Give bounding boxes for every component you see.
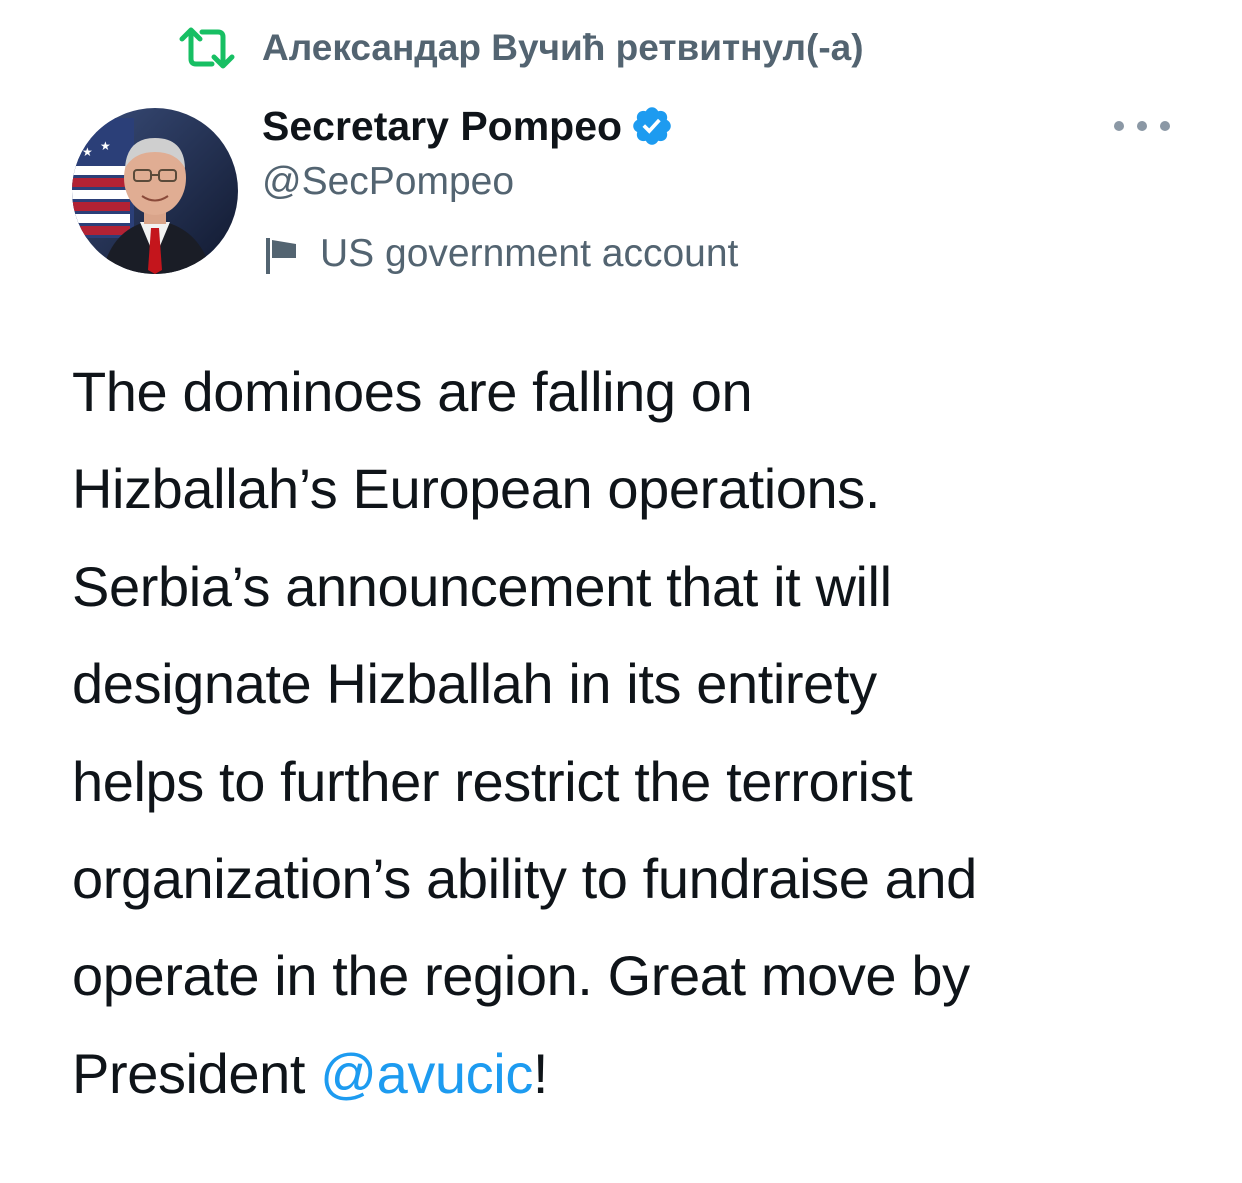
tweet-line: helps to further restrict the terrorist [72,749,913,813]
tweet-line: organization’s ability to fundraise and [72,847,977,911]
retweet-text[interactable]: Александар Вучић ретвитнул(-а) [262,27,864,69]
more-dot [1137,121,1147,131]
more-horizontal-icon[interactable] [1114,108,1170,144]
tweet-text-segment: ! [532,1041,549,1105]
tweet-line: operate in the region. Great move by [72,944,970,1008]
tweet-text: The dominoes are falling on Hizballah’s … [72,343,1182,1122]
tweet-line: The dominoes are falling on [72,360,753,423]
more-dot [1114,121,1124,131]
government-label-text[interactable]: US government account [320,232,738,276]
retweet-context[interactable]: Александар Вучић ретвитнул(-а) [176,22,864,74]
svg-text:★: ★ [82,129,93,143]
more-dot [1160,121,1170,131]
avatar[interactable]: ★ ★ ★ [72,108,238,274]
government-label[interactable]: US government account [262,226,738,282]
svg-text:★: ★ [100,139,111,153]
tweet-line: Serbia’s announcement that it will [72,554,892,618]
svg-text:★: ★ [82,145,93,159]
verified-badge-icon [630,104,674,148]
retweet-icon [176,25,238,71]
author-name-row[interactable]: Secretary Pompeo [262,98,674,154]
display-name[interactable]: Secretary Pompeo [262,103,622,150]
tweet-text-segment: President [72,1041,321,1105]
tweet-line: designate Hizballah in its entirety [72,652,877,716]
tweet-line: Hizballah’s European operations. [72,457,881,521]
flag-icon [262,232,302,276]
mention-link[interactable]: @avucic [320,1042,533,1105]
author-handle[interactable]: @SecPompeo [262,160,514,204]
tweet-line-last: President @avucic! [72,1025,1182,1122]
